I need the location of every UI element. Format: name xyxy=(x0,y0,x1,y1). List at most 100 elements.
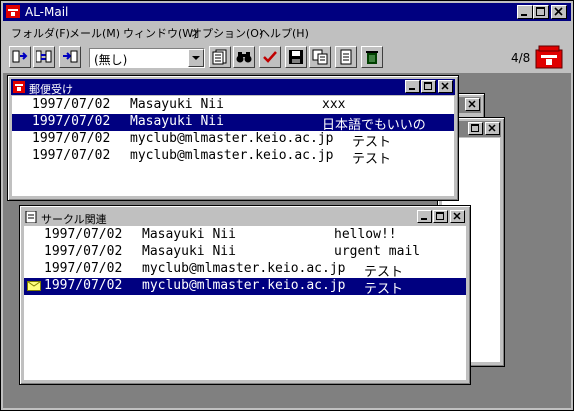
message-row-selected[interactable]: 1997/07/02 myclub@mlmaster.keio.ac.jp テス… xyxy=(24,278,466,297)
copy-icon xyxy=(312,49,328,65)
menu-options[interactable]: オプション(O) xyxy=(191,25,263,41)
search-button[interactable] xyxy=(233,46,255,68)
trash-icon xyxy=(366,51,378,64)
folder-document-icon xyxy=(25,211,37,223)
floppy-disk-icon xyxy=(289,50,303,64)
message-date: 1997/07/02 xyxy=(32,97,111,112)
save-button[interactable] xyxy=(285,46,307,68)
message-from: Masayuki Nii xyxy=(142,227,236,242)
message-row[interactable]: 1997/07/02 Masayuki Nii hellow!! xyxy=(24,227,466,244)
menu-folder[interactable]: フォルダ(F) xyxy=(11,25,70,41)
message-subject: hellow!! xyxy=(334,227,397,242)
close-icon xyxy=(488,124,496,132)
folder-select-value: (無し) xyxy=(94,53,128,67)
address-book-button[interactable] xyxy=(209,46,231,68)
circle-maximize-button[interactable] xyxy=(433,210,448,223)
circle-folder-window-title: サークル関連 xyxy=(41,213,107,226)
menu-bar: フォルダ(F) メール(M) ウィンドウ(W) オプション(O) ヘルプ(H) xyxy=(3,22,571,41)
background-window-1-close-button[interactable] xyxy=(465,98,480,111)
send-mail-icon xyxy=(63,50,78,63)
message-date: 1997/07/02 xyxy=(44,227,123,242)
message-button[interactable] xyxy=(335,46,357,68)
message-subject: xxx xyxy=(322,97,346,112)
maximize-button[interactable] xyxy=(533,5,549,19)
close-icon xyxy=(453,212,461,220)
delete-button[interactable] xyxy=(361,46,383,68)
document-icon xyxy=(340,49,352,65)
mdi-client-area: 郵便受け 1997/07/02 Masayuki Nii xxx 1997/07… xyxy=(3,73,571,408)
close-icon xyxy=(468,100,476,108)
message-from: myclub@mlmaster.keio.ac.jp xyxy=(130,131,334,146)
circle-close-button[interactable] xyxy=(450,210,465,223)
message-date: 1997/07/02 xyxy=(44,261,123,276)
binoculars-icon xyxy=(236,52,252,63)
minimize-icon xyxy=(421,218,427,220)
maximize-icon xyxy=(424,82,432,90)
background-window-2-close-button[interactable] xyxy=(485,122,500,135)
menu-window[interactable]: ウィンドウ(W) xyxy=(123,25,197,41)
close-icon xyxy=(441,82,449,90)
close-button[interactable] xyxy=(551,5,567,19)
message-date: 1997/07/02 xyxy=(44,244,123,259)
receive-mail-button[interactable] xyxy=(9,46,31,68)
message-date: 1997/07/02 xyxy=(32,148,111,163)
menu-mail[interactable]: メール(M) xyxy=(69,25,120,41)
maximize-icon xyxy=(436,212,444,220)
message-date: 1997/07/02 xyxy=(32,131,111,146)
inbox-message-list: 1997/07/02 Masayuki Nii xxx 1997/07/02 M… xyxy=(12,96,454,196)
inbox-maximize-button[interactable] xyxy=(421,80,436,93)
folder-select-dropdown[interactable] xyxy=(188,49,204,67)
message-from: myclub@mlmaster.keio.ac.jp xyxy=(130,148,334,163)
send-receive-button[interactable] xyxy=(33,46,55,68)
mailbox-icon xyxy=(13,81,25,93)
send-mail-button[interactable] xyxy=(59,46,81,68)
toolbar: (無し) 4/8 xyxy=(3,43,571,73)
inbox-minimize-button[interactable] xyxy=(405,80,420,93)
send-receive-icon xyxy=(36,50,52,63)
close-icon xyxy=(554,7,563,16)
message-from: Masayuki Nii xyxy=(130,97,224,112)
minimize-button[interactable] xyxy=(517,5,533,19)
message-from: Masayuki Nii xyxy=(130,114,224,129)
app-window: AL-Mail フォルダ(F) メール(M) ウィンドウ(W) オプション(O)… xyxy=(0,0,574,411)
maximize-icon xyxy=(536,7,545,16)
message-from: myclub@mlmaster.keio.ac.jp xyxy=(142,278,346,293)
message-from: Masayuki Nii xyxy=(142,244,236,259)
circle-folder-window[interactable]: サークル関連 1997/07/02 Masayuki Nii hellow!! xyxy=(19,205,471,385)
circle-folder-window-titlebar[interactable]: サークル関連 xyxy=(23,209,467,226)
inbox-close-button[interactable] xyxy=(438,80,453,93)
new-mail-mailbox-icon[interactable] xyxy=(535,45,563,69)
mailbox-icon xyxy=(6,5,20,18)
checkmark-icon xyxy=(263,51,277,63)
receive-mail-icon xyxy=(12,50,28,63)
message-subject: テスト xyxy=(352,152,392,167)
message-date: 1997/07/02 xyxy=(32,114,111,129)
maximize-icon xyxy=(471,124,479,132)
inbox-window[interactable]: 郵便受け 1997/07/02 Masayuki Nii xxx 1997/07… xyxy=(7,75,459,201)
message-date: 1997/07/02 xyxy=(44,278,123,293)
inbox-window-title: 郵便受け xyxy=(29,83,73,96)
message-row[interactable]: 1997/07/02 myclub@mlmaster.keio.ac.jp テス… xyxy=(12,148,454,167)
chevron-down-icon xyxy=(192,56,200,60)
message-subject: テスト xyxy=(364,282,404,297)
background-window-2-maximize-button[interactable] xyxy=(468,122,483,135)
message-row[interactable]: 1997/07/02 myclub@mlmaster.keio.ac.jp テス… xyxy=(12,131,454,150)
copy-button[interactable] xyxy=(309,46,331,68)
address-book-icon xyxy=(212,49,227,65)
message-subject: urgent mail xyxy=(334,244,421,259)
app-title-bar[interactable]: AL-Mail xyxy=(3,3,571,21)
message-row-selected[interactable]: 1997/07/02 Masayuki Nii 日本語でもいいの xyxy=(12,114,454,133)
message-row[interactable]: 1997/07/02 Masayuki Nii xxx xyxy=(12,97,454,114)
circle-message-list: 1997/07/02 Masayuki Nii hellow!! 1997/07… xyxy=(24,226,466,380)
message-row[interactable]: 1997/07/02 Masayuki Nii urgent mail xyxy=(24,244,466,261)
folder-select[interactable]: (無し) xyxy=(89,48,205,68)
menu-help[interactable]: ヘルプ(H) xyxy=(259,25,309,41)
envelope-icon xyxy=(27,281,41,291)
inbox-window-titlebar[interactable]: 郵便受け xyxy=(11,79,455,96)
message-from: myclub@mlmaster.keio.ac.jp xyxy=(142,261,346,276)
message-row[interactable]: 1997/07/02 myclub@mlmaster.keio.ac.jp テス… xyxy=(24,261,466,280)
circle-minimize-button[interactable] xyxy=(417,210,432,223)
app-title: AL-Mail xyxy=(25,5,69,19)
minimize-icon xyxy=(409,88,415,90)
check-button[interactable] xyxy=(259,46,281,68)
